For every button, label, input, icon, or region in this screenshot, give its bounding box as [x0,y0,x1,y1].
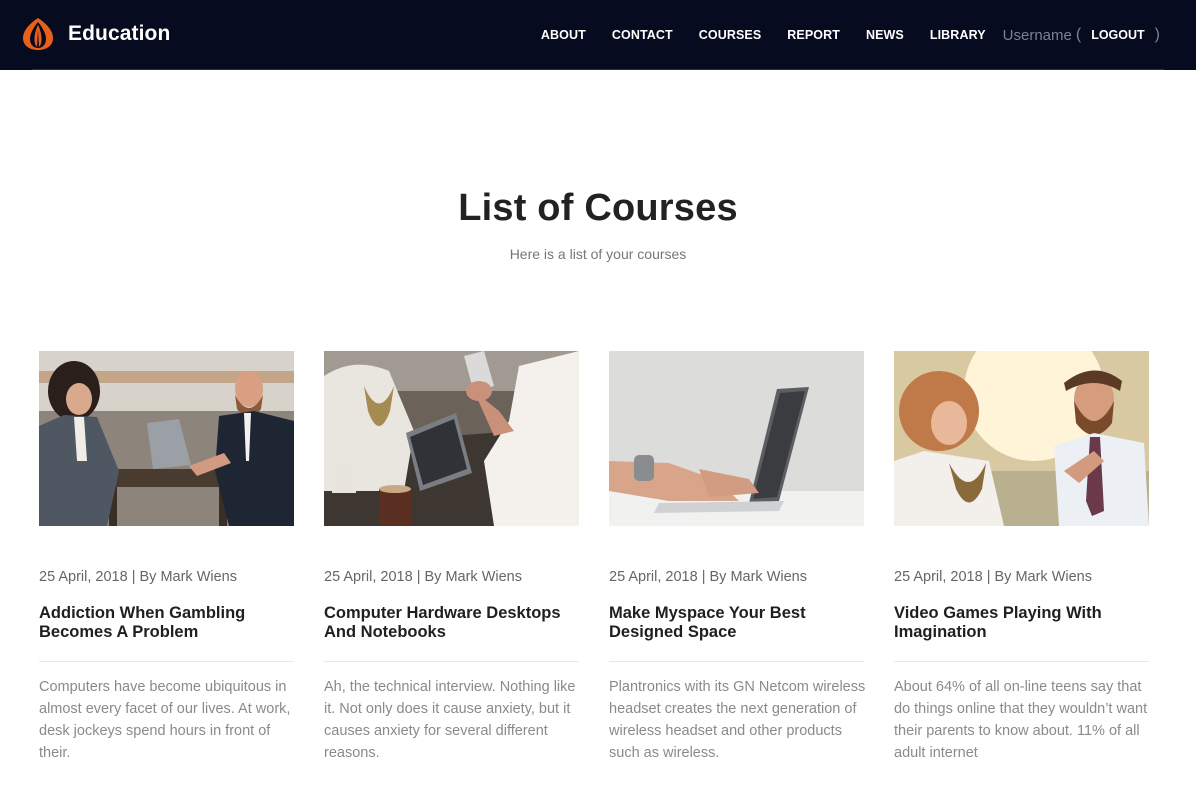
course-card: 25 April, 2018 | By Mark Wiens Addiction… [39,351,294,761]
username-label: Username [1002,26,1072,44]
course-card: 25 April, 2018 | By Mark Wiens Video Gam… [894,351,1149,761]
sunlit-couple-photo[interactable] [894,351,1149,526]
nav-about-link[interactable]: ABOUT [541,28,586,42]
course-card: 25 April, 2018 | By Mark Wiens Computer … [324,351,579,761]
course-title[interactable]: Video Games Playing With Imagination [894,604,1149,642]
main-nav: ABOUT CONTACT COURSES REPORT NEWS LIBRAR… [541,0,1164,70]
open-paren: ( [1075,26,1082,43]
nav-courses-link[interactable]: COURSES [699,28,762,42]
nav-library-link[interactable]: LIBRARY [930,28,986,42]
course-description: Computers have become ubiquitous in almo… [39,679,291,761]
top-navbar: Education ABOUT CONTACT COURSES REPORT N… [0,0,1196,70]
course-description: About 64% of all on-line teens say that … [894,679,1148,761]
logout-link[interactable]: LOGOUT [1091,28,1144,42]
brand-home-link[interactable]: Education [22,16,170,52]
course-title[interactable]: Addiction When Gambling Becomes A Proble… [39,604,294,642]
brand-name: Education [68,22,171,45]
course-card: 25 April, 2018 | By Mark Wiens Make Mysp… [609,351,865,761]
user-area: Username ( LOGOUT ) [1003,26,1164,44]
course-meta: 25 April, 2018 | By Mark Wiens [609,569,807,585]
course-title[interactable]: Computer Hardware Desktops And Notebooks [324,604,579,642]
flame-logo-icon [23,18,53,50]
nav-contact-link[interactable]: CONTACT [612,28,673,42]
laptop-typing-photo[interactable] [609,351,864,526]
course-description: Ah, the technical interview. Nothing lik… [324,679,576,761]
page-subtitle: Here is a list of your courses [509,246,687,262]
card-divider [609,661,864,662]
nav-news-link[interactable]: NEWS [866,28,904,42]
close-paren: ) [1154,26,1160,43]
page-title: List of Courses [458,187,738,229]
card-divider [894,661,1149,662]
course-title[interactable]: Make Myspace Your Best Designed Space [609,604,864,642]
business-meeting-photo[interactable] [39,351,294,526]
course-meta: 25 April, 2018 | By Mark Wiens [894,569,1092,585]
card-divider [39,661,294,662]
course-meta: 25 April, 2018 | By Mark Wiens [324,569,522,585]
nav-report-link[interactable]: REPORT [787,28,840,42]
navbar-bottom-rule [32,69,1164,70]
cafe-tablet-phone-photo[interactable] [324,351,579,526]
course-meta: 25 April, 2018 | By Mark Wiens [39,569,237,585]
course-description: Plantronics with its GN Netcom wireless … [609,679,866,761]
card-divider [324,661,579,662]
